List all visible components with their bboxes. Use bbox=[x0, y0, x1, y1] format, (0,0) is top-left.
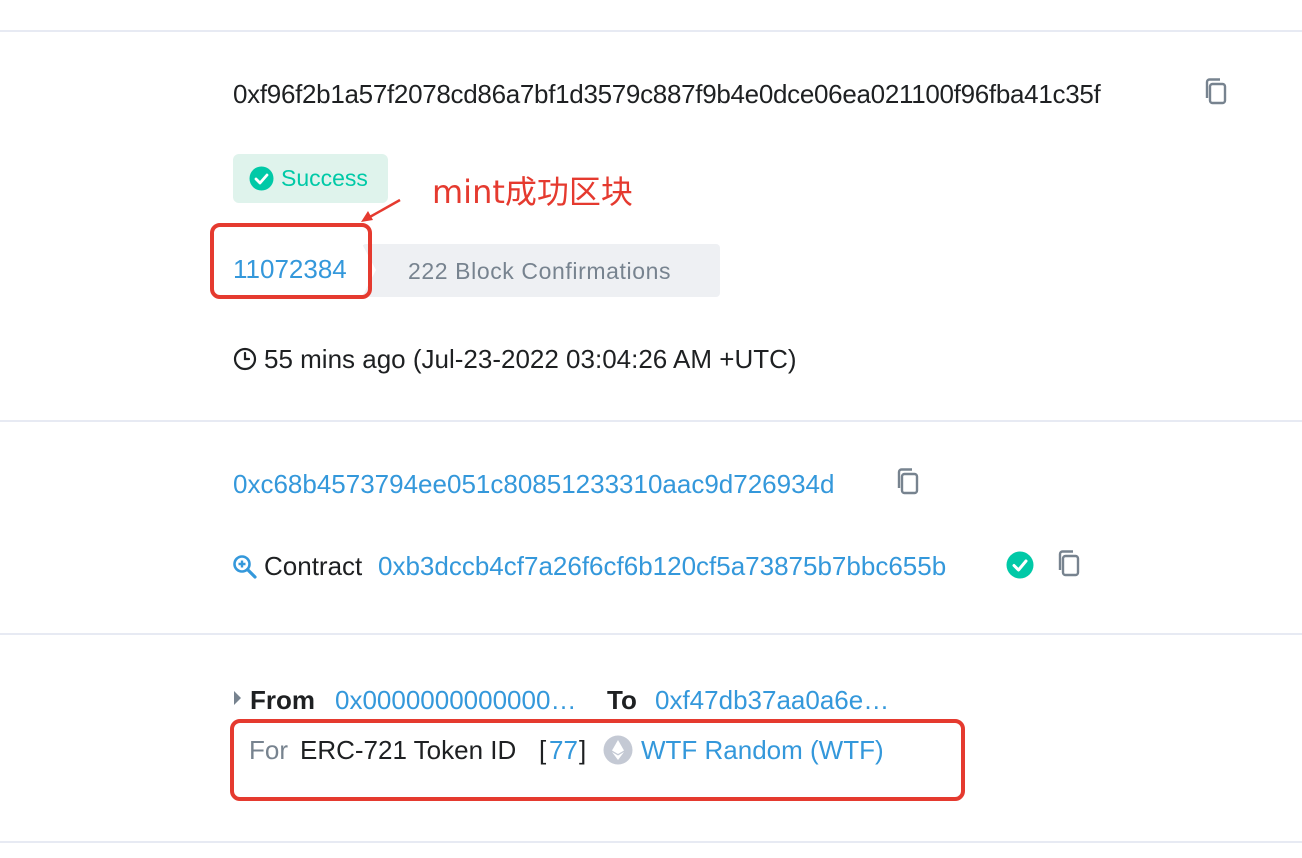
annotation-text: mint成功区块 bbox=[432, 173, 633, 211]
from-label: From bbox=[250, 685, 315, 715]
check-circle-icon bbox=[249, 166, 274, 191]
section-divider bbox=[0, 633, 1302, 635]
to-label: To bbox=[607, 685, 637, 715]
verified-check-icon bbox=[1006, 551, 1034, 579]
copy-icon[interactable] bbox=[895, 467, 923, 497]
section-divider bbox=[0, 30, 1302, 32]
status-label: Success bbox=[281, 165, 368, 191]
confirmations-text: 222 Block Confirmations bbox=[408, 258, 672, 284]
caret-right-icon bbox=[234, 691, 241, 705]
zoom-in-icon bbox=[233, 555, 257, 579]
token-from-address-link[interactable]: 0x0000000000000… bbox=[335, 685, 576, 715]
timestamp: 55 mins ago (Jul-23-2022 03:04:26 AM +UT… bbox=[264, 344, 797, 374]
clock-icon bbox=[233, 347, 257, 371]
copy-icon[interactable] bbox=[1203, 77, 1231, 107]
section-divider bbox=[0, 420, 1302, 422]
annotation-box-block bbox=[210, 223, 372, 299]
annotation-arrow bbox=[361, 198, 401, 222]
annotation-box-token bbox=[230, 719, 965, 801]
contract-address-link[interactable]: 0xb3dccb4cf7a26f6cf6b120cf5a73875b7bbc65… bbox=[378, 551, 946, 581]
contract-prefix: Contract bbox=[264, 551, 363, 581]
copy-icon[interactable] bbox=[1056, 549, 1084, 579]
token-to-address-link[interactable]: 0xf47db37aa0a6e… bbox=[655, 685, 889, 715]
section-divider bbox=[0, 841, 1302, 843]
transaction-hash: 0xf96f2b1a57f2078cd86a7bf1d3579c887f9b4e… bbox=[233, 79, 1101, 109]
from-address-link[interactable]: 0xc68b4573794ee051c80851233310aac9d72693… bbox=[233, 469, 834, 499]
